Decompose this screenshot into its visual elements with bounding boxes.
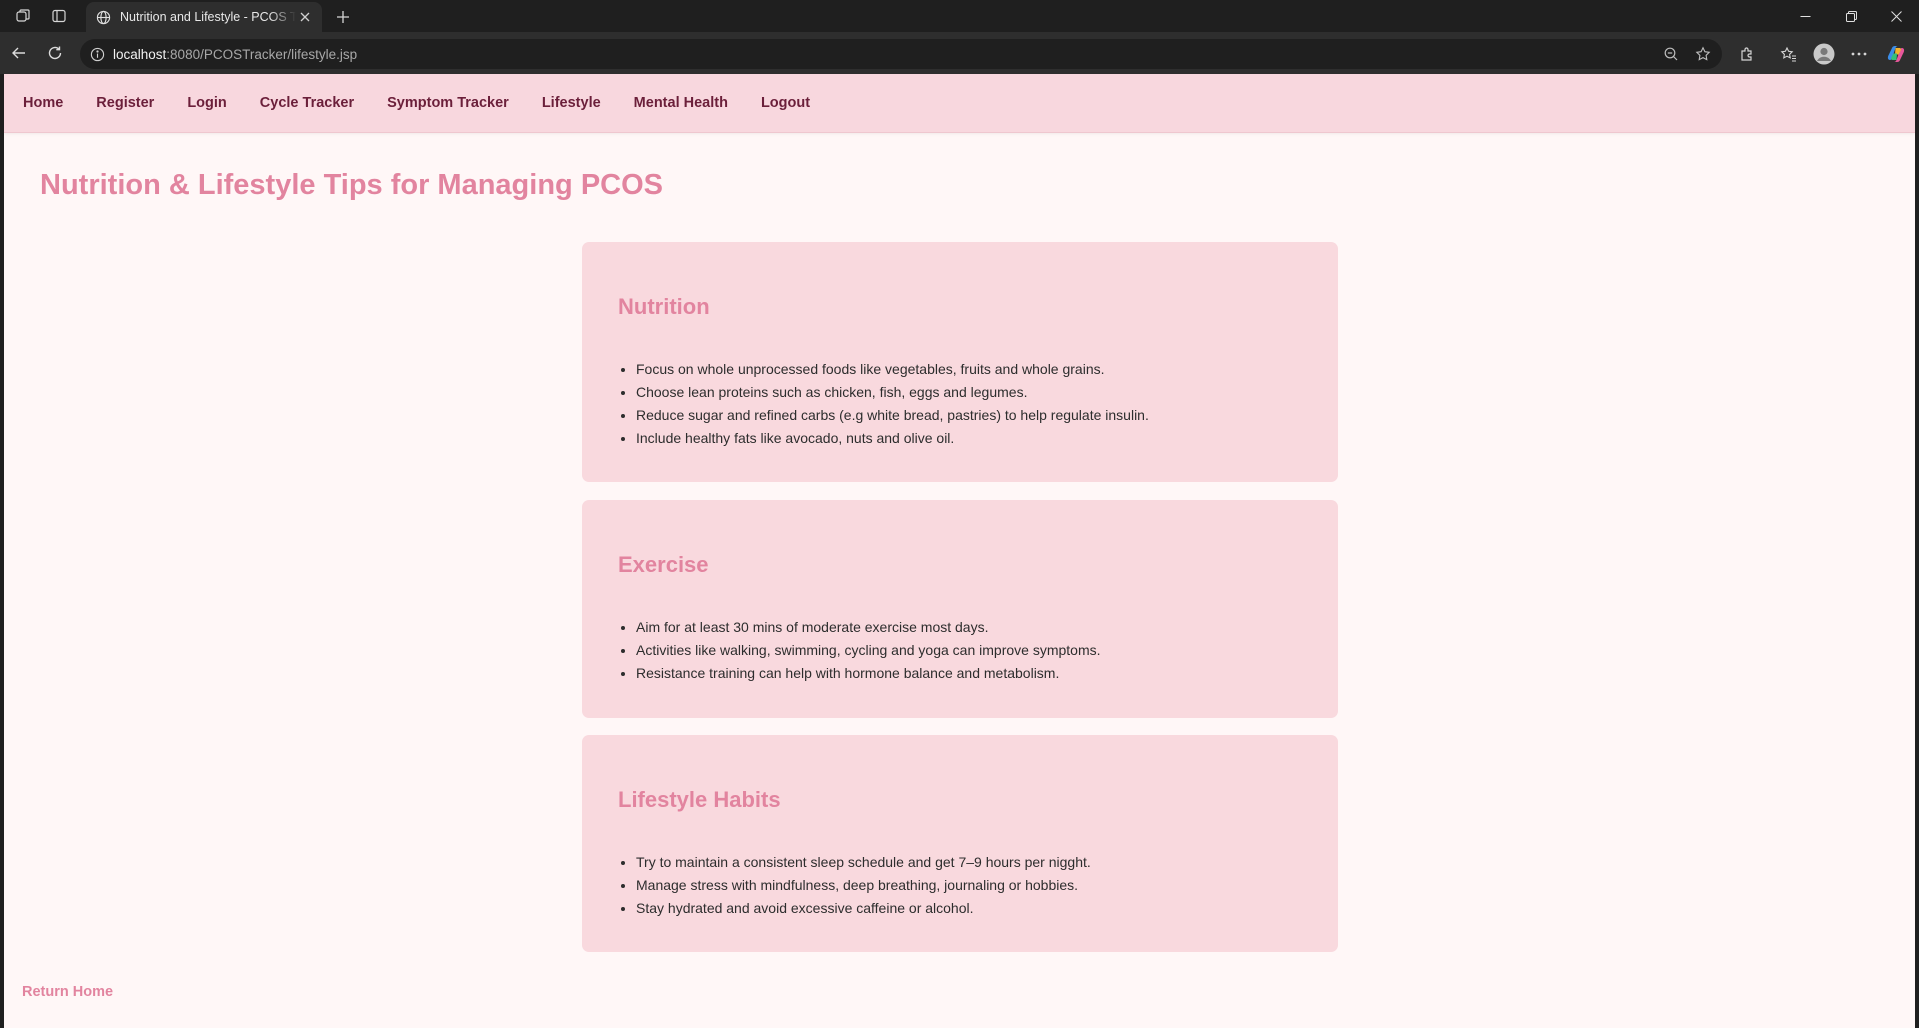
url-path: :8080/PCOSTracker/lifestyle.jsp (166, 46, 358, 62)
lifestyle-habits-card: Lifestyle Habits Try to maintain a consi… (582, 735, 1338, 952)
nav-lifestyle[interactable]: Lifestyle (542, 95, 601, 111)
tab-title: Nutrition and Lifestyle - PCOS Tracker (120, 10, 296, 24)
nav-logout[interactable]: Logout (761, 95, 810, 111)
browser-tab-bar: Nutrition and Lifestyle - PCOS Tracker (0, 0, 1919, 32)
workspaces-icon[interactable] (10, 3, 36, 29)
info-icon[interactable] (90, 47, 105, 62)
minimize-icon[interactable] (1782, 0, 1828, 32)
list-item: Activities like walking, swimming, cycli… (636, 641, 1302, 664)
active-tab[interactable]: Nutrition and Lifestyle - PCOS Tracker (86, 2, 322, 32)
close-icon[interactable] (296, 8, 314, 26)
return-home-link[interactable]: Return Home (22, 984, 113, 1000)
list-item: Include healthy fats like avocado, nuts … (636, 429, 1302, 452)
globe-icon (96, 10, 111, 25)
copilot-icon[interactable] (1882, 40, 1910, 68)
more-icon[interactable] (1845, 40, 1873, 68)
site-navbar: Home Register Login Cycle Tracker Sympto… (4, 74, 1915, 133)
page-title: Nutrition & Lifestyle Tips for Managing … (40, 169, 664, 201)
url-host: localhost (113, 46, 167, 62)
page-viewport: Home Register Login Cycle Tracker Sympto… (4, 74, 1915, 1028)
close-window-icon[interactable] (1873, 0, 1919, 32)
profile-icon[interactable] (1810, 40, 1838, 68)
list-item: Manage stress with mindfulness, deep bre… (636, 876, 1302, 899)
section-heading-nutrition: Nutrition (618, 294, 710, 319)
list-item: Stay hydrated and avoid excessive caffei… (636, 899, 1302, 922)
restore-icon[interactable] (1828, 0, 1874, 32)
list-item: Try to maintain a consistent sleep sched… (636, 853, 1302, 876)
puzzle-icon[interactable] (1733, 40, 1761, 68)
list-item: Reduce sugar and refined carbs (e.g whit… (636, 406, 1302, 429)
section-heading-lifestyle-habits: Lifestyle Habits (618, 787, 781, 812)
address-bar[interactable]: localhost:8080/PCOSTracker/lifestyle.jsp (80, 39, 1722, 69)
star-icon[interactable] (1695, 46, 1711, 62)
lifestyle-habits-list: Try to maintain a consistent sleep sched… (618, 853, 1302, 922)
list-item: Focus on whole unprocessed foods like ve… (636, 360, 1302, 383)
exercise-list: Aim for at least 30 mins of moderate exe… (618, 618, 1302, 687)
nutrition-list: Focus on whole unprocessed foods like ve… (618, 360, 1302, 452)
nav-register[interactable]: Register (96, 95, 154, 111)
nav-login[interactable]: Login (187, 95, 226, 111)
list-item: Aim for at least 30 mins of moderate exe… (636, 618, 1302, 641)
exercise-card: Exercise Aim for at least 30 mins of mod… (582, 500, 1338, 718)
zoom-out-icon[interactable] (1663, 46, 1679, 62)
section-heading-exercise: Exercise (618, 552, 709, 577)
refresh-icon[interactable] (42, 40, 68, 66)
back-arrow-icon[interactable] (6, 40, 32, 66)
plus-icon[interactable] (330, 4, 356, 30)
nav-cycle-tracker[interactable]: Cycle Tracker (260, 95, 354, 111)
nav-mental-health[interactable]: Mental Health (634, 95, 728, 111)
nutrition-card: Nutrition Focus on whole unprocessed foo… (582, 242, 1338, 482)
nav-symptom-tracker[interactable]: Symptom Tracker (387, 95, 509, 111)
tab-actions-icon[interactable] (46, 3, 72, 29)
list-item: Choose lean proteins such as chicken, fi… (636, 383, 1302, 406)
list-item: Resistance training can help with hormon… (636, 664, 1302, 687)
favorites-icon[interactable] (1774, 40, 1802, 68)
nav-home[interactable]: Home (23, 95, 63, 111)
